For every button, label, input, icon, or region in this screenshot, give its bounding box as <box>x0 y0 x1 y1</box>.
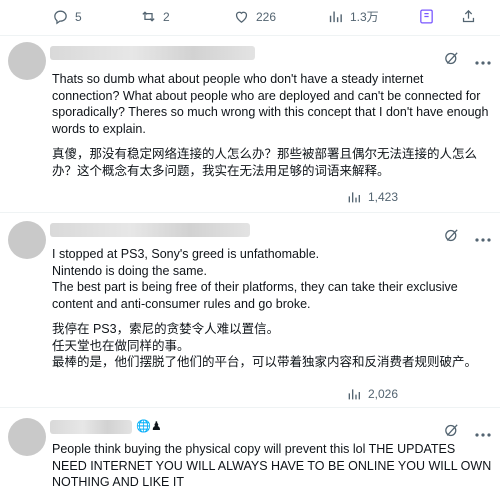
tweet-action-bar: 5 2 226 1.3万 <box>0 0 500 34</box>
name-emoji: 🌐♟ <box>136 419 162 433</box>
like-count: 226 <box>256 9 277 24</box>
tweet-text-en: People think buying the physical copy wi… <box>52 442 492 489</box>
reply-tweet[interactable]: 🌐♟ People think buying the physical copy… <box>0 408 500 500</box>
reply-tweet[interactable]: I stopped at PS3, Sony's greed is unfath… <box>0 213 500 406</box>
bookmark-button[interactable] <box>418 8 435 25</box>
name-emoji-icons: 🌐♟ <box>136 419 162 433</box>
more-icon <box>475 433 491 437</box>
grok-icon <box>445 424 458 437</box>
reply-button[interactable]: 5 <box>52 8 82 25</box>
bookmark-icon <box>420 9 433 24</box>
share-icon <box>462 9 475 23</box>
tweet-line-en: The best part is being free of their pla… <box>52 280 458 311</box>
author-name-redacted[interactable] <box>50 46 255 60</box>
reply-tweet[interactable]: Thats so dumb what about people who don'… <box>0 36 500 211</box>
grok-button[interactable] <box>443 422 460 439</box>
retweet-icon <box>142 11 155 22</box>
like-button[interactable]: 226 <box>233 8 276 25</box>
avatar[interactable] <box>8 418 46 456</box>
tweet-line-zh: 最棒的是，他们摆脱了他们的平台，可以带着独家内容和反消费者规则破产。 <box>52 355 478 369</box>
tweet-text: People think buying the physical copy wi… <box>52 441 492 491</box>
tweet-text: Thats so dumb what about people who don'… <box>52 71 492 179</box>
reply-count: 5 <box>75 9 82 24</box>
tweet-line-en: Nintendo is doing the same. <box>52 263 207 278</box>
views-button[interactable]: 2,026 <box>346 386 398 402</box>
tweet-text: I stopped at PS3, Sony's greed is unfath… <box>52 246 492 371</box>
tweet-text-en: Thats so dumb what about people who don'… <box>52 72 489 136</box>
views-count: 1.3万 <box>350 10 379 24</box>
more-icon <box>475 238 491 242</box>
tweet-text-zh: 真傻，那没有稳定网络连接的人怎么办？那些被部署且偶尔无法连接的人怎么办？这个概念… <box>52 147 478 178</box>
views-count: 2,026 <box>368 387 399 401</box>
bar-chart-icon <box>348 192 360 203</box>
views-button[interactable]: 1.3万 <box>327 8 379 25</box>
tweet-line-en: I stopped at PS3, Sony's greed is unfath… <box>52 247 320 261</box>
avatar[interactable] <box>8 42 46 80</box>
bar-chart-icon <box>329 11 342 23</box>
more-button[interactable] <box>474 427 492 437</box>
views-button[interactable]: 1,423 <box>346 189 398 205</box>
author-name-redacted[interactable] <box>50 223 250 237</box>
retweet-button[interactable]: 2 <box>140 8 170 25</box>
views-count: 1,423 <box>368 190 399 204</box>
share-button[interactable] <box>460 8 477 25</box>
grok-button[interactable] <box>443 50 460 67</box>
more-icon <box>475 61 491 65</box>
tweet-line-zh: 任天堂也在做同样的事。 <box>52 338 190 353</box>
avatar[interactable] <box>8 221 46 259</box>
retweet-count: 2 <box>163 9 170 24</box>
grok-icon <box>445 229 458 242</box>
tweet-line-zh: 我停在 PS3，索尼的贪婪令人难以置信。 <box>52 322 280 336</box>
grok-icon <box>445 52 458 65</box>
bar-chart-icon <box>348 389 360 400</box>
heart-icon <box>235 11 248 23</box>
author-name-redacted[interactable] <box>50 420 132 434</box>
more-button[interactable] <box>474 55 492 65</box>
reply-icon <box>54 10 67 25</box>
more-button[interactable] <box>474 232 492 242</box>
grok-button[interactable] <box>443 227 460 244</box>
